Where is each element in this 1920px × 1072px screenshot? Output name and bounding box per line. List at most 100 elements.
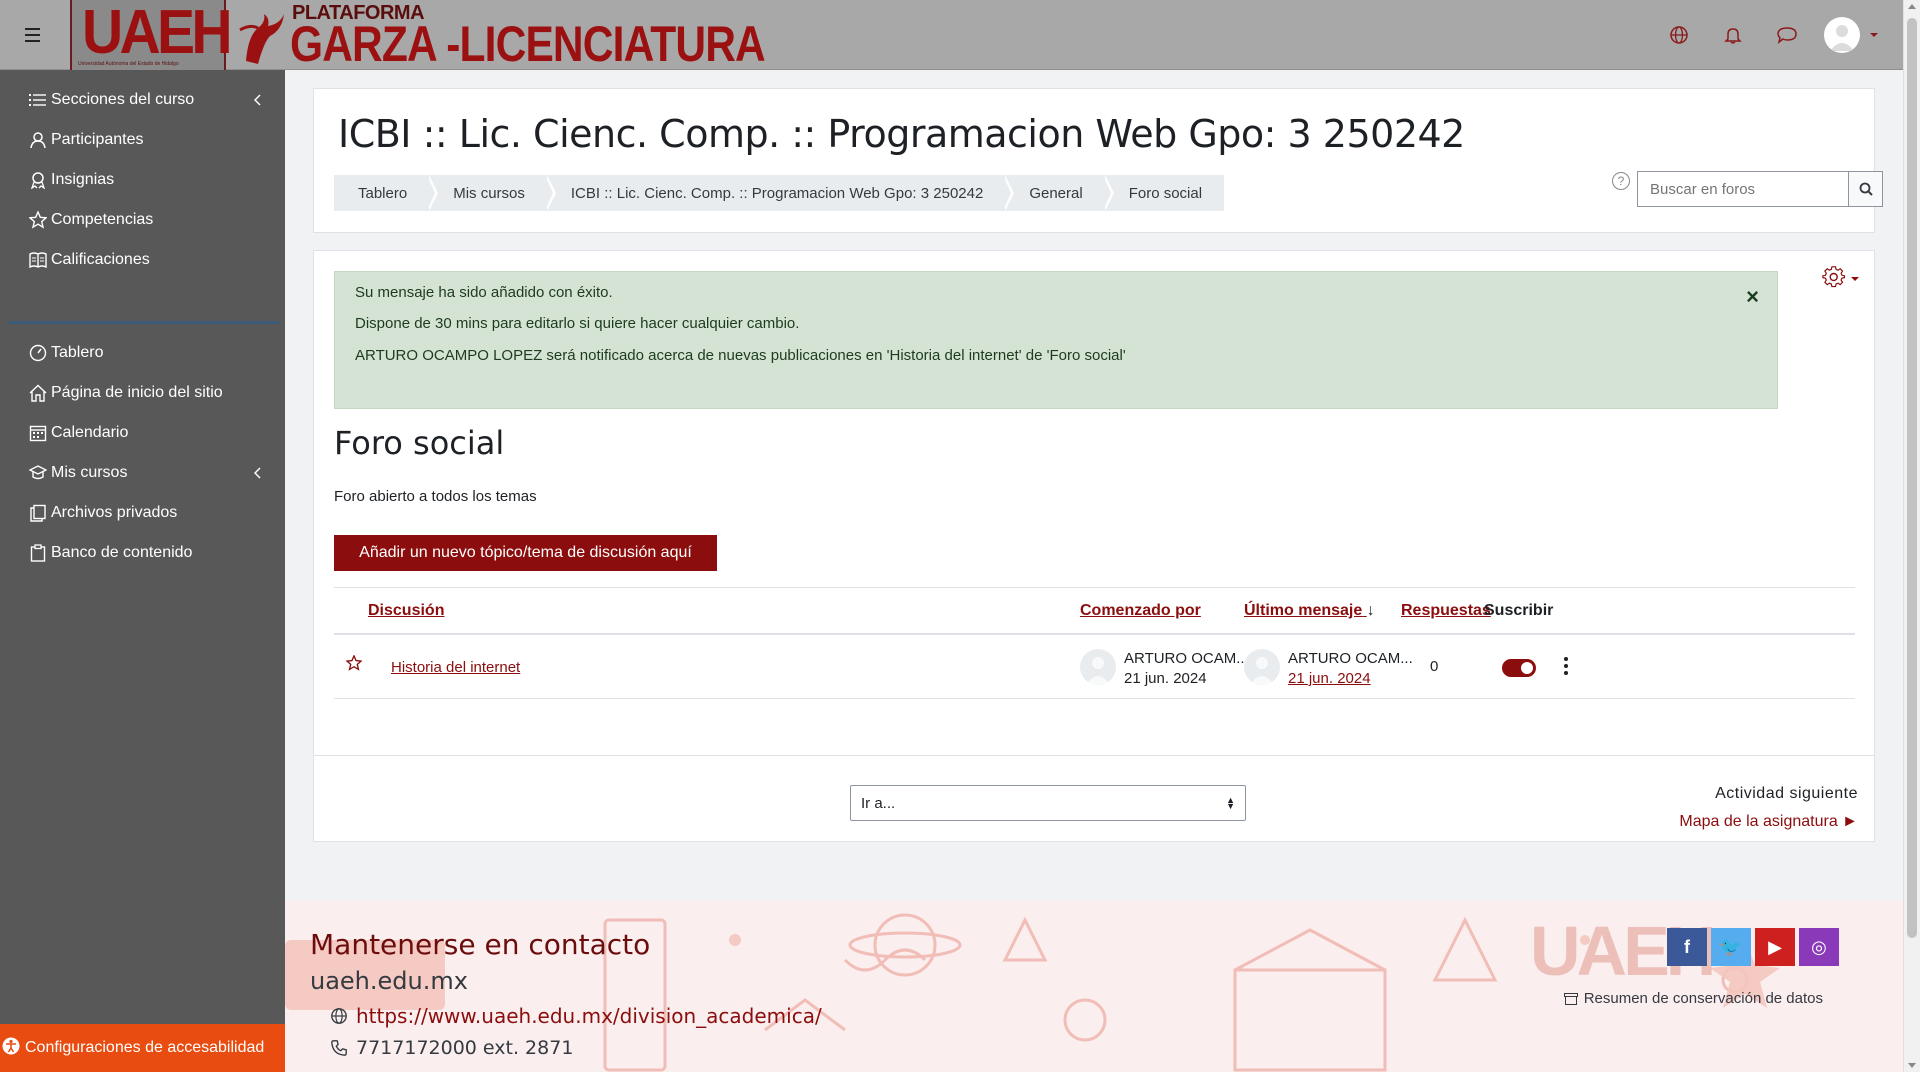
sidebar-divider [8,321,280,324]
caret-down-icon [1851,277,1859,281]
page-title: ICBI :: Lic. Cienc. Comp. :: Programacio… [338,112,1465,156]
breadcrumb-item-section[interactable]: General [1005,175,1115,211]
breadcrumb-item-my-courses[interactable]: Mis cursos [429,175,556,211]
alert-message-edit-time: Dispone de 30 mins para editarlo si quie… [355,315,800,332]
sidebar: Secciones del curso Participantes Insign… [0,70,285,1072]
sidebar-item-label: Mis cursos [51,464,128,481]
page-header: ICBI :: Lic. Cienc. Comp. :: Programacio… [313,88,1883,233]
chevron-left-icon[interactable] [253,466,263,485]
heron-icon [239,14,284,64]
user-avatar[interactable] [1824,17,1860,53]
sidebar-item-label: Calificaciones [51,251,150,268]
next-activity-link[interactable]: Mapa de la asignatura ► [1679,813,1858,831]
sidebar-item-private-files[interactable]: Archivos privados [0,493,285,533]
forum-settings-menu[interactable] [1822,265,1859,289]
sidebar-item-badges[interactable]: Insignias [0,160,285,200]
scrollbar-thumb[interactable] [1907,18,1917,938]
subscribe-toggle[interactable] [1502,659,1536,677]
twitter-icon[interactable]: 🐦 [1711,928,1751,966]
jump-to-select[interactable]: Ir a... ▲ ▼ [850,785,1246,821]
alert-message-notification: ARTURO OCAMPO LOPEZ será notificado acer… [355,347,1126,364]
youtube-icon[interactable]: ▶ [1755,928,1795,966]
breadcrumb-item-forum[interactable]: Foro social [1105,175,1224,211]
sidebar-item-participants[interactable]: Participantes [0,120,285,160]
contact-phone: 7717172000 ext. 2871 [330,1036,573,1060]
star-icon[interactable] [345,654,363,675]
sidebar-item-label: Página de inicio del sitio [51,384,223,401]
column-discussion[interactable]: Discusión [368,602,444,620]
data-retention-label: Resumen de conservación de datos [1583,990,1823,1007]
help-icon[interactable]: ? [1612,172,1630,190]
garza-logo[interactable]: PLATAFORMA GARZA -LICENCIATURA [232,0,772,70]
sidebar-item-content-bank[interactable]: Banco de contenido [0,533,285,573]
globe-icon[interactable] [1652,15,1706,55]
chevron-left-icon[interactable] [253,93,263,112]
sidebar-item-course-sections[interactable]: Secciones del curso [0,80,285,120]
contact-url-link[interactable]: https://www.uaeh.edu.mx/division_academi… [330,1003,822,1029]
bell-icon[interactable] [1706,15,1760,55]
last-post-date-link[interactable]: 21 jun. 2024 [1288,669,1413,689]
breadcrumb-item-dashboard[interactable]: Tablero [334,175,439,211]
gear-icon [1822,266,1846,288]
garza-title: GARZA -LICENCIATURA [290,16,766,72]
hamburger-icon[interactable] [20,22,46,48]
uaeh-logo-subtitle: Universidad Autónoma del Estado de Hidal… [78,61,179,67]
sidebar-item-my-courses[interactable]: Mis cursos [0,453,285,493]
globe-icon [331,1008,347,1024]
avatar[interactable] [1080,649,1116,685]
last-post-author: ARTURO OCAM... [1288,650,1413,667]
sidebar-item-calendar[interactable]: Calendario [0,413,285,453]
breadcrumb-item-course[interactable]: ICBI :: Lic. Cienc. Comp. :: Programacio… [547,175,1015,211]
select-arrows-icon: ▲ ▼ [1226,795,1235,811]
star-icon [28,210,48,230]
success-alert: Su mensaje ha sido añadido con éxito. Di… [334,271,1778,409]
search-button[interactable] [1849,171,1883,207]
contact-url-text: https://www.uaeh.edu.mx/division_academi… [356,1004,822,1028]
sort-desc-icon: ↓ [1366,602,1375,619]
facebook-icon[interactable]: f [1667,928,1707,966]
sidebar-item-label: Participantes [51,131,144,148]
breadcrumb: Tablero Mis cursos ICBI :: Lic. Cienc. C… [334,175,1225,211]
close-icon[interactable]: × [1746,284,1759,310]
avatar[interactable] [1244,649,1280,685]
accessibility-label: Configuraciones de accesabilidad [25,1039,265,1056]
page-scrollbar[interactable] [1903,0,1920,1072]
accessibility-icon [2,1037,20,1060]
scroll-up-icon[interactable] [1908,4,1916,9]
column-subscribe: Suscribir [1484,602,1554,619]
scroll-down-icon[interactable] [1908,1063,1916,1068]
uaeh-logo-text: UAEH [82,0,233,67]
list-icon [28,90,48,110]
search-icon [1859,182,1873,196]
column-last-post[interactable]: Último mensaje ↓ [1244,602,1375,620]
chat-icon[interactable] [1760,15,1814,55]
site-footer: UAEH Mantenerse en contacto uaeh.edu.mx … [285,900,1903,1072]
column-replies[interactable]: Respuestas [1401,602,1491,620]
sidebar-item-grades[interactable]: Calificaciones [0,240,285,280]
column-started-by[interactable]: Comenzado por [1080,602,1201,620]
uaeh-logo[interactable]: UAEH Universidad Autónoma del Estado de … [70,0,233,70]
forum-search-input[interactable] [1637,171,1849,207]
navbar-actions [1652,15,1883,55]
alert-message-success: Su mensaje ha sido añadido con éxito. [355,284,613,301]
add-discussion-button[interactable]: Añadir un nuevo tópico/tema de discusión… [334,535,717,571]
sidebar-item-site-home[interactable]: Página de inicio del sitio [0,373,285,413]
instagram-icon[interactable]: ◎ [1799,928,1839,966]
replies-count: 0 [1430,658,1439,675]
social-links: f 🐦 ▶ ◎ [1667,928,1839,966]
more-actions-icon[interactable] [1564,657,1568,675]
accessibility-settings-button[interactable]: Configuraciones de accesabilidad [0,1024,285,1072]
forum-intro: Foro abierto a todos los temas [334,488,537,505]
dashboard-icon [28,343,48,363]
sidebar-item-label: Insignias [51,171,115,188]
data-retention-link[interactable]: Resumen de conservación de datos [1563,990,1823,1007]
table-row: Historia del internet ARTURO OCAM... 21 … [334,637,1855,699]
sidebar-item-dashboard[interactable]: Tablero [0,333,285,373]
files-icon [28,503,48,523]
top-navbar: UAEH Universidad Autónoma del Estado de … [0,0,1903,70]
sidebar-item-label: Archivos privados [51,504,178,521]
user-menu-caret-icon[interactable] [1870,33,1878,37]
sidebar-item-competencies[interactable]: Competencias [0,200,285,240]
discussion-link[interactable]: Historia del internet [391,659,520,676]
sidebar-item-label: Secciones del curso [51,91,195,108]
